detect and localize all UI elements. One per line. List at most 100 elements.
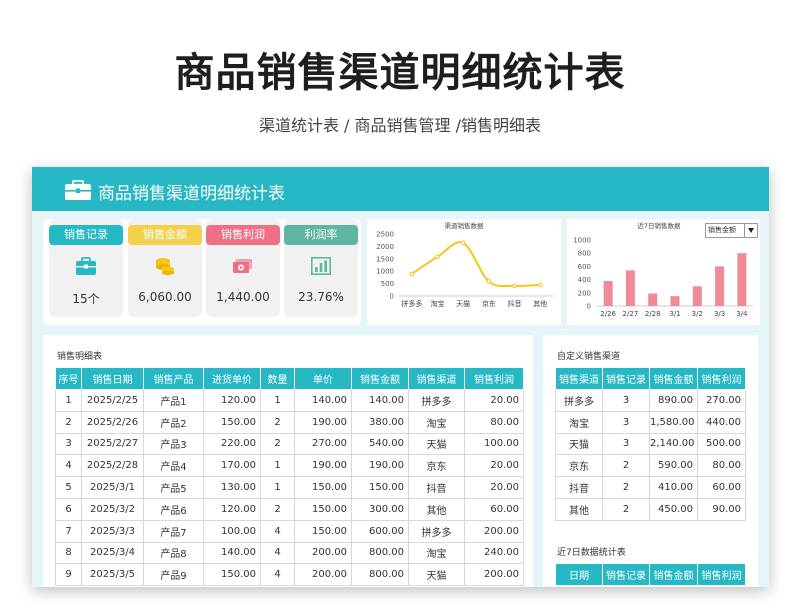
table-row[interactable]: 1 2025/2/25 产品1 120.00 1 140.00 140.00 拼多多 20.00: [55, 389, 524, 412]
table-cell[interactable]: 抖音: [555, 476, 603, 499]
table-cell[interactable]: 150.00: [351, 476, 409, 499]
table-cell[interactable]: 拼多多: [408, 389, 465, 412]
table-cell[interactable]: 80.00: [464, 410, 524, 434]
table-cell[interactable]: 140.00: [203, 541, 261, 565]
table-cell[interactable]: 270.00: [697, 389, 746, 412]
table-cell[interactable]: 200.00: [294, 563, 352, 587]
table-cell[interactable]: 9: [55, 563, 82, 587]
table-cell[interactable]: 4: [260, 541, 295, 565]
table-cell[interactable]: 200.00: [464, 519, 524, 543]
table-cell[interactable]: 150.00: [294, 519, 352, 543]
table-cell[interactable]: 1: [260, 476, 295, 499]
table-cell[interactable]: 6: [55, 497, 82, 521]
table-cell[interactable]: 80.00: [697, 454, 746, 478]
table-cell[interactable]: 2025/3/4: [81, 541, 144, 565]
table-cell[interactable]: 7: [55, 519, 82, 543]
table-cell[interactable]: 淘宝: [408, 410, 465, 434]
table-cell[interactable]: 300.00: [351, 497, 409, 521]
metric-dropdown[interactable]: 销售金额: [705, 223, 758, 238]
table-cell[interactable]: 其他: [555, 497, 603, 521]
table-cell[interactable]: 1: [260, 454, 295, 478]
table-cell[interactable]: 60.00: [697, 476, 746, 499]
table-cell[interactable]: 540.00: [351, 432, 409, 456]
table-cell[interactable]: 抖音: [408, 476, 465, 499]
table-cell[interactable]: 200.00: [294, 541, 352, 565]
table-cell[interactable]: 2: [602, 497, 650, 521]
table-cell[interactable]: 150.00: [203, 563, 261, 587]
table-cell[interactable]: 150.00: [294, 497, 352, 521]
table-cell[interactable]: 天猫: [555, 432, 603, 456]
table-cell[interactable]: 120.00: [203, 497, 261, 521]
chevron-down-icon[interactable]: [744, 224, 757, 237]
table-cell[interactable]: 4: [55, 454, 82, 478]
table-cell[interactable]: 2025/2/27: [81, 432, 144, 456]
table-cell[interactable]: 天猫: [408, 563, 465, 587]
table-cell[interactable]: 2025/2/26: [81, 410, 144, 434]
table-cell[interactable]: 140.00: [351, 389, 409, 412]
table-cell[interactable]: 产品8: [143, 541, 204, 565]
table-cell[interactable]: 产品6: [143, 497, 204, 521]
table-row[interactable]: 9 2025/3/5 产品9 150.00 4 200.00 800.00 天猫 200.00: [55, 563, 524, 587]
table-cell[interactable]: 产品2: [143, 410, 204, 434]
table-row[interactable]: 2 2025/2/26 产品2 150.00 2 190.00 380.00 淘宝 80.00: [55, 410, 524, 434]
table-cell[interactable]: 2025/2/28: [81, 454, 144, 478]
table-cell[interactable]: 200.00: [464, 563, 524, 587]
table-cell[interactable]: 190.00: [294, 454, 352, 478]
table-cell[interactable]: 3: [55, 432, 82, 456]
table-row[interactable]: 其他 2 450.00 90.00: [555, 497, 746, 521]
table-cell[interactable]: 其他: [408, 497, 465, 521]
table-cell[interactable]: 2: [260, 410, 295, 434]
table-cell[interactable]: 20.00: [464, 389, 524, 412]
table-cell[interactable]: 190.00: [294, 410, 352, 434]
table-cell[interactable]: 产品5: [143, 476, 204, 499]
table-cell[interactable]: 天猫: [408, 432, 465, 456]
table-cell[interactable]: 8: [55, 541, 82, 565]
table-cell[interactable]: 2025/3/1: [81, 476, 144, 499]
table-cell[interactable]: 1: [260, 389, 295, 412]
table-cell[interactable]: 3: [602, 432, 650, 456]
table-cell[interactable]: 130.00: [203, 476, 261, 499]
table-row[interactable]: 8 2025/3/4 产品8 140.00 4 200.00 800.00 淘宝 240.00: [55, 541, 524, 565]
table-cell[interactable]: 240.00: [464, 541, 524, 565]
table-cell[interactable]: 淘宝: [408, 541, 465, 565]
table-row[interactable]: 7 2025/3/3 产品7 100.00 4 150.00 600.00 拼多多 200.00: [55, 519, 524, 543]
table-cell[interactable]: 2025/3/5: [81, 563, 144, 587]
table-cell[interactable]: 拼多多: [408, 519, 465, 543]
table-cell[interactable]: 150.00: [203, 410, 261, 434]
table-cell[interactable]: 2025/3/3: [81, 519, 144, 543]
table-cell[interactable]: 产品9: [143, 563, 204, 587]
table-cell[interactable]: 590.00: [649, 454, 698, 478]
table-row[interactable]: 淘宝 3 1,580.00 440.00: [555, 410, 746, 434]
table-cell[interactable]: 410.00: [649, 476, 698, 499]
table-cell[interactable]: 100.00: [464, 432, 524, 456]
table-cell[interactable]: 90.00: [697, 497, 746, 521]
table-cell[interactable]: 2: [260, 497, 295, 521]
table-row[interactable]: 6 2025/3/2 产品6 120.00 2 150.00 300.00 其他 60.00: [55, 497, 524, 521]
table-cell[interactable]: 380.00: [351, 410, 409, 434]
table-cell[interactable]: 2025/3/2: [81, 497, 144, 521]
table-cell[interactable]: 450.00: [649, 497, 698, 521]
table-cell[interactable]: 京东: [408, 454, 465, 478]
table-row[interactable]: 天猫 3 2,140.00 500.00: [555, 432, 746, 456]
table-cell[interactable]: 产品4: [143, 454, 204, 478]
table-cell[interactable]: 60.00: [464, 497, 524, 521]
table-cell[interactable]: 2,140.00: [649, 432, 698, 456]
table-cell[interactable]: 2: [260, 432, 295, 456]
table-cell[interactable]: 拼多多: [555, 389, 603, 412]
table-cell[interactable]: 20.00: [464, 454, 524, 478]
table-cell[interactable]: 140.00: [294, 389, 352, 412]
table-cell[interactable]: 190.00: [351, 454, 409, 478]
table-cell[interactable]: 600.00: [351, 519, 409, 543]
table-cell[interactable]: 2: [602, 454, 650, 478]
table-cell[interactable]: 产品7: [143, 519, 204, 543]
table-row[interactable]: 京东 2 590.00 80.00: [555, 454, 746, 478]
table-cell[interactable]: 120.00: [203, 389, 261, 412]
table-cell[interactable]: 3: [602, 389, 650, 412]
table-cell[interactable]: 440.00: [697, 410, 746, 434]
table-cell[interactable]: 890.00: [649, 389, 698, 412]
table-cell[interactable]: 500.00: [697, 432, 746, 456]
table-cell[interactable]: 220.00: [203, 432, 261, 456]
table-cell[interactable]: 1: [55, 389, 82, 412]
table-cell[interactable]: 800.00: [351, 541, 409, 565]
table-cell[interactable]: 800.00: [351, 563, 409, 587]
